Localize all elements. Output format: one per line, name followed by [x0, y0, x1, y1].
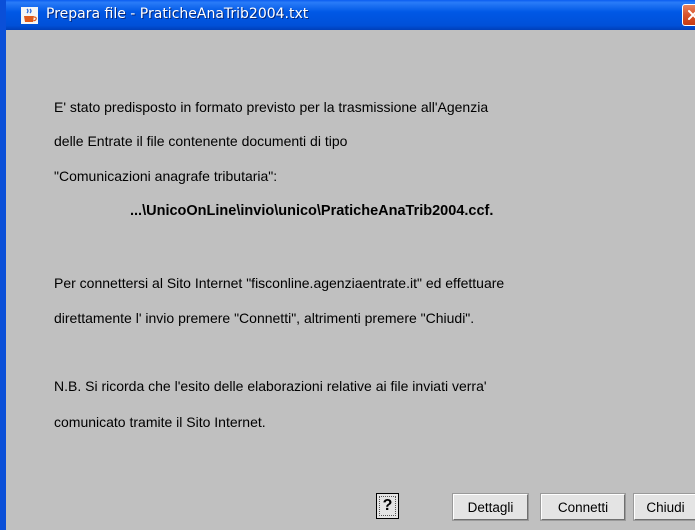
title-bar[interactable]: Prepara file - PraticheAnaTrib2004.txt [6, 0, 695, 30]
note-line-2: comunicato tramite il Sito Internet. [54, 414, 266, 430]
message-line-5: Per connettersi al Sito Internet "fiscon… [54, 275, 505, 291]
message-line-1: E' stato predisposto in formato previsto… [54, 99, 489, 115]
message-line-3: "Comunicazioni anagrafe tributaria": [54, 168, 278, 184]
connect-button[interactable]: Connetti [540, 493, 626, 521]
message-line-2: delle Entrate il file contenente documen… [54, 133, 348, 149]
dialog-window: Prepara file - PraticheAnaTrib2004.txt E… [0, 0, 695, 530]
help-button[interactable]: ? [376, 493, 399, 519]
dialog-content: E' stato predisposto in formato previsto… [6, 30, 695, 530]
note-line-1: N.B. Si ricorda che l'esito delle elabor… [54, 378, 487, 394]
file-path: ...\UnicoOnLine\invio\unico\PraticheAnaT… [130, 203, 494, 219]
close-icon [688, 10, 695, 20]
close-button[interactable]: Chiudi [633, 493, 695, 521]
message-line-6: direttamente l' invio premere "Connetti"… [54, 310, 475, 326]
window-title: Prepara file - PraticheAnaTrib2004.txt [46, 6, 309, 22]
close-window-button[interactable] [682, 4, 695, 26]
details-button[interactable]: Dettagli [452, 493, 529, 521]
java-coffee-icon[interactable] [21, 7, 38, 24]
